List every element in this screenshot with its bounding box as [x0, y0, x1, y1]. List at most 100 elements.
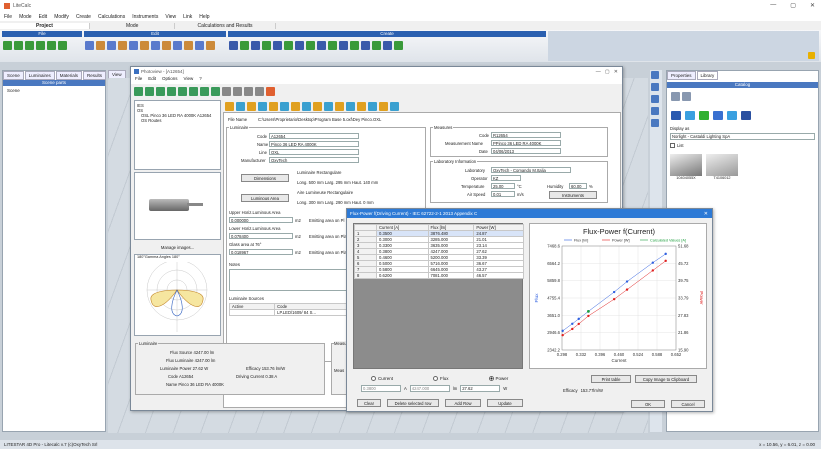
photoview-controls[interactable]: — ▢ ✕ — [596, 69, 618, 75]
align-icon[interactable] — [162, 41, 171, 50]
move-icon[interactable] — [96, 41, 105, 50]
luminaire-icon[interactable] — [273, 41, 282, 50]
pv-tool-icon[interactable] — [222, 87, 231, 96]
person-icon[interactable] — [306, 41, 315, 50]
radio-power[interactable] — [488, 376, 494, 381]
ok-button[interactable]: OK — [631, 400, 665, 408]
pv-tool-icon[interactable] — [255, 87, 264, 96]
format-export-icon[interactable] — [741, 111, 751, 120]
pv-page-icon[interactable] — [357, 102, 366, 111]
pv-menu-edit[interactable]: Edit — [148, 76, 156, 84]
format-wg-icon[interactable] — [699, 111, 709, 120]
flux-power-table[interactable]: Current [A] Flux [lm] Power [W] 1 0.3500 3… — [354, 224, 524, 279]
floor-icon[interactable] — [251, 41, 260, 50]
array-icon[interactable] — [151, 41, 160, 50]
pv-page-icon[interactable] — [302, 102, 311, 111]
object-icon[interactable] — [262, 41, 271, 50]
menu-modify[interactable]: Modify — [54, 14, 69, 20]
name-field[interactable]: Pinco 36 LED RA 4000K — [269, 141, 359, 147]
pv-page-icon[interactable] — [379, 102, 388, 111]
tab-mode[interactable]: Mode — [90, 22, 176, 29]
copy-icon[interactable] — [129, 41, 138, 50]
current-input[interactable]: 0.3800 — [361, 385, 401, 392]
glass-area-field[interactable]: 0.018967 — [229, 249, 293, 255]
import-icon[interactable] — [58, 41, 67, 50]
format-lo-icon[interactable] — [727, 111, 737, 120]
tab-calculations[interactable]: Calculations and Results — [175, 22, 276, 29]
menu-calculations[interactable]: Calculations — [98, 14, 125, 20]
wall-icon[interactable] — [240, 41, 249, 50]
tree-icon[interactable] — [295, 41, 304, 50]
redo-icon[interactable] — [206, 41, 215, 50]
group-icon[interactable] — [173, 41, 182, 50]
pan-icon[interactable] — [651, 83, 659, 91]
pv-tool-icon[interactable] — [145, 87, 154, 96]
add-row-button[interactable]: Add Row — [445, 399, 481, 407]
format-pv-icon[interactable] — [713, 111, 723, 120]
open-icon[interactable] — [14, 41, 23, 50]
orbit-icon[interactable] — [651, 95, 659, 103]
menu-file[interactable]: File — [4, 14, 12, 20]
menu-edit[interactable]: Edit — [39, 14, 48, 20]
delete-icon[interactable] — [184, 41, 193, 50]
measure-code-field[interactable]: R12654 — [491, 132, 561, 138]
pv-tool-icon[interactable] — [167, 87, 176, 96]
line-field[interactable]: OXL — [269, 149, 359, 155]
pv-page-icon[interactable] — [236, 102, 245, 111]
pv-page-icon[interactable] — [280, 102, 289, 111]
maximize-button[interactable]: ▢ — [790, 2, 796, 9]
dialog-close-icon[interactable]: ✕ — [704, 211, 708, 217]
radio-current[interactable] — [371, 376, 376, 381]
menu-help[interactable]: Help — [199, 14, 209, 20]
door-icon[interactable] — [350, 41, 359, 50]
rotate-icon[interactable] — [107, 41, 116, 50]
pv-page-icon[interactable] — [368, 102, 377, 111]
power-input[interactable]: 27.62 — [460, 385, 501, 392]
measure-name-field[interactable]: PPinco 36 LED RA 4000K — [491, 140, 561, 146]
air-speed-field[interactable]: 0.01 — [491, 191, 515, 197]
update-button[interactable]: Update — [487, 399, 523, 407]
camera-icon[interactable] — [328, 41, 337, 50]
print-icon[interactable] — [36, 41, 45, 50]
library-item-1[interactable]: 10404055X — [670, 154, 702, 180]
close-button[interactable]: ✕ — [810, 2, 815, 9]
pv-page-icon[interactable] — [390, 102, 399, 111]
lower-area-field[interactable]: 0.078400 — [229, 233, 293, 239]
copy-image-button[interactable]: Copy Image to Clipboard — [635, 375, 697, 383]
format-ies-icon[interactable] — [671, 111, 681, 120]
pv-page-icon[interactable] — [324, 102, 333, 111]
left-tab-luminaires[interactable]: Luminaires — [24, 71, 55, 80]
pv-menu-help[interactable]: ? — [199, 76, 202, 84]
flux-input[interactable]: 4247.000 — [409, 385, 450, 392]
road-icon[interactable] — [284, 41, 293, 50]
menu-view[interactable]: View — [165, 14, 176, 20]
grid-icon[interactable] — [317, 41, 326, 50]
luminous-area-button[interactable]: Luminous Area — [241, 194, 289, 202]
pv-tool-icon[interactable] — [233, 87, 242, 96]
catalog-home-icon[interactable] — [671, 92, 680, 101]
pv-page-icon[interactable] — [291, 102, 300, 111]
print-table-button[interactable]: Print table — [591, 375, 631, 383]
save-icon[interactable] — [25, 41, 34, 50]
minimize-button[interactable]: — — [770, 2, 776, 9]
pv-page-icon[interactable] — [247, 102, 256, 111]
table-row[interactable]: 8 0.6200 7081.000 46.57 — [354, 272, 524, 279]
pv-page-icon[interactable] — [258, 102, 267, 111]
tab-project[interactable]: Project — [0, 22, 90, 29]
left-tab-materials[interactable]: Materials — [55, 71, 83, 80]
top-view-icon[interactable] — [651, 107, 659, 115]
export-icon[interactable] — [47, 41, 56, 50]
pv-tool-icon[interactable] — [244, 87, 253, 96]
radio-flux[interactable] — [433, 376, 439, 381]
window-icon[interactable] — [339, 41, 348, 50]
scene-tree-root[interactable]: Scene — [3, 86, 105, 95]
room-icon[interactable] — [229, 41, 238, 50]
delete-row-button[interactable]: Delete selected row — [387, 399, 439, 407]
front-view-icon[interactable] — [651, 119, 659, 127]
humidity-field[interactable]: 60.00 — [569, 183, 587, 189]
undo-icon[interactable] — [195, 41, 204, 50]
select-icon[interactable] — [85, 41, 94, 50]
pv-menu-options[interactable]: Options — [162, 76, 178, 84]
manage-images-button[interactable]: Manage images... — [134, 244, 221, 252]
library-item-2[interactable]: T4106012 — [706, 154, 738, 180]
